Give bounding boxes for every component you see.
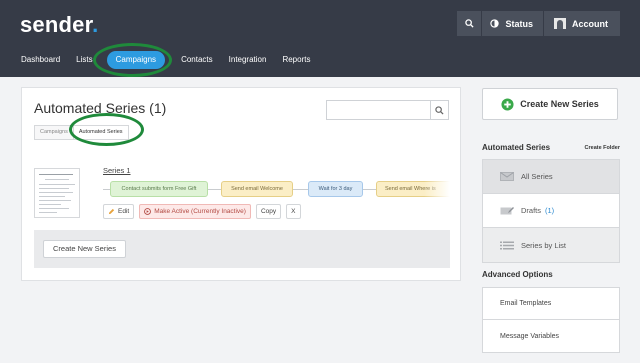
series-thumbnail[interactable]: [34, 168, 80, 218]
status-label: Status: [505, 18, 533, 29]
search-icon: [435, 105, 444, 115]
sidebar-item-drafts[interactable]: Drafts (1): [483, 194, 619, 228]
search-submit-button[interactable]: [430, 101, 448, 119]
search-icon: [465, 19, 474, 28]
drafts-count: (1): [545, 206, 555, 215]
flow-step-email[interactable]: Send email Welcome: [221, 181, 293, 197]
sidebar-item-label: All Series: [521, 172, 553, 181]
nav-reports[interactable]: Reports: [282, 51, 310, 69]
sidebar-item-label: Series by List: [521, 240, 567, 250]
account-button[interactable]: Account: [544, 11, 620, 36]
nav-contacts[interactable]: Contacts: [181, 51, 213, 69]
nav-lists[interactable]: Lists: [76, 51, 92, 69]
search-button[interactable]: [457, 11, 483, 36]
sidebar-item-label: Drafts: [521, 206, 542, 215]
nav-dashboard[interactable]: Dashboard: [21, 51, 60, 69]
make-active-button[interactable]: Make Active (Currently Inactive): [139, 204, 251, 219]
nav-campaigns[interactable]: Campaigns: [106, 51, 166, 69]
create-folder-link[interactable]: Create Folder: [585, 145, 620, 151]
status-icon: [490, 19, 500, 28]
series-actions: Edit Make Active (Currently Inactive) Co…: [103, 204, 306, 219]
sidebar-item-message-variables[interactable]: Message Variables: [483, 320, 619, 352]
sidebar-item-email-templates[interactable]: Email Templates: [483, 288, 619, 320]
series-flow: Contact submits form Free Gift Send emai…: [103, 179, 450, 199]
top-buttons: Status Account: [457, 11, 620, 36]
sidebar-create-series-button[interactable]: Create New Series: [482, 88, 618, 120]
main-panel: Automated Series (1) Campaigns Automated…: [21, 87, 461, 281]
flow-fade: [424, 179, 450, 199]
account-label: Account: [572, 18, 608, 29]
series-name-link[interactable]: Series 1: [103, 166, 131, 175]
make-active-label: Make Active (Currently Inactive): [154, 208, 246, 215]
flow-step-wait[interactable]: Wait for 3 day: [308, 181, 363, 197]
create-new-series-button[interactable]: Create New Series: [43, 240, 126, 258]
breadcrumb-campaigns[interactable]: Campaigns: [34, 125, 74, 140]
pencil-icon: [500, 206, 514, 215]
list-icon: [500, 241, 514, 250]
breadcrumb: Campaigns Automated Series: [34, 125, 129, 140]
play-circle-icon: [144, 208, 152, 215]
envelope-icon: [500, 172, 514, 181]
nav-integration[interactable]: Integration: [229, 51, 267, 69]
sidebar-create-series-label: Create New Series: [520, 99, 599, 109]
panel-footer: Create New Series: [34, 230, 450, 268]
edit-button[interactable]: Edit: [103, 204, 135, 219]
breadcrumb-automated-series[interactable]: Automated Series: [72, 125, 129, 140]
sidebar-item-series-by-list[interactable]: Series by List: [483, 228, 619, 262]
pencil-icon: [108, 208, 115, 215]
flow-step-trigger[interactable]: Contact submits form Free Gift: [110, 181, 208, 197]
top-bar: sender. Status Account Dashboard Lists C…: [0, 0, 640, 77]
status-button[interactable]: Status: [482, 11, 544, 36]
advanced-options-title: Advanced Options: [482, 270, 553, 279]
page-title: Automated Series (1): [34, 100, 167, 116]
sender-logo[interactable]: sender.: [20, 12, 98, 38]
advanced-options-list: Email Templates Message Variables: [482, 287, 620, 353]
delete-button[interactable]: X: [286, 204, 301, 219]
series-folder-list: All Series Drafts (1) Series by List: [482, 159, 620, 263]
plus-circle-icon: [501, 97, 514, 111]
copy-button[interactable]: Copy: [255, 204, 282, 219]
main-nav: Dashboard Lists Campaigns Contacts Integ…: [21, 51, 326, 69]
edit-label: Edit: [118, 208, 130, 215]
sidebar-section-title: Automated Series Create Folder: [482, 143, 620, 152]
account-avatar-icon: [554, 18, 566, 29]
sidebar-item-all-series[interactable]: All Series: [483, 160, 619, 194]
search-input[interactable]: [326, 100, 449, 120]
